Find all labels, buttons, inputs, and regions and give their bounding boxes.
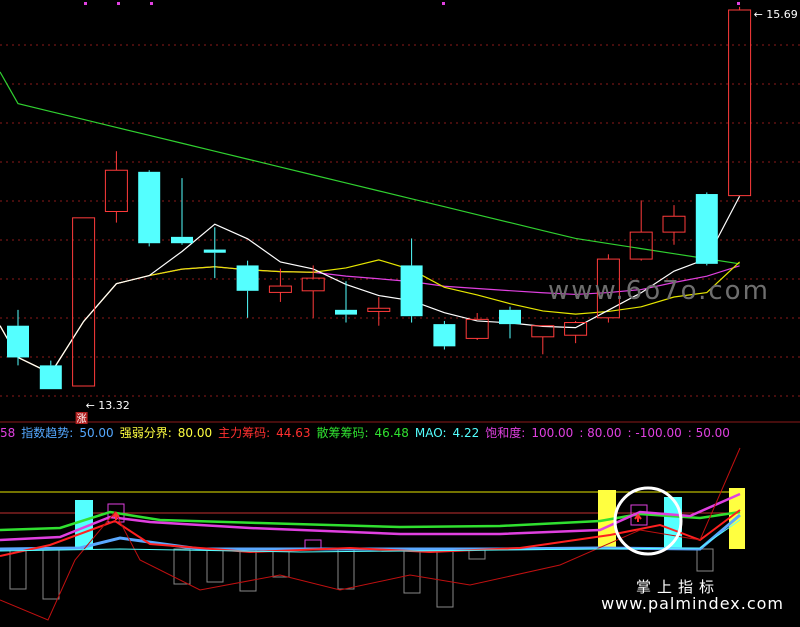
- legend-item: 50.00: [79, 426, 114, 440]
- legend-item: : 80.00: [579, 426, 622, 440]
- legend-item: 散筹筹码:: [316, 426, 369, 440]
- candle-body: [465, 318, 489, 339]
- candle-body: [564, 322, 588, 336]
- indicator-legend: 58 指数趋势: 50.00 强弱分界: 80.00 主力筹码: 44.63 散筹筹码: 46.…: [0, 424, 800, 442]
- site-watermark: www.palmindex.com: [601, 594, 784, 613]
- low-price-label: ← 13.32: [86, 399, 130, 412]
- candle-body: [728, 9, 752, 197]
- ma-green-line: [0, 71, 740, 265]
- candle-body: [268, 285, 292, 293]
- legend-item: 58: [0, 426, 16, 440]
- indicator-bar: [206, 548, 224, 583]
- candlestick-series: [7, 6, 752, 390]
- candle-body: [499, 309, 521, 325]
- candle-body: [662, 215, 686, 233]
- legend-item: 指数趋势:: [21, 426, 74, 440]
- legend-item: 强弱分界:: [119, 426, 172, 440]
- indicator-bar: [239, 548, 257, 592]
- candle-body: [433, 324, 456, 347]
- high-price-label: ← 15.69: [754, 8, 798, 21]
- legend-item: : -100.00: [627, 426, 682, 440]
- top-tick: [442, 2, 445, 5]
- legend-item: MAO:: [414, 426, 447, 440]
- legend-item: 4.22: [452, 426, 480, 440]
- stock-chart: ← 15.69← 13.32涨: [0, 2, 800, 621]
- top-tick: [117, 2, 120, 5]
- candle-body: [695, 194, 718, 264]
- top-tick: [150, 2, 153, 5]
- legend-item: 44.63: [276, 426, 311, 440]
- legend-item: : 50.00: [687, 426, 730, 440]
- candle-body: [531, 325, 555, 338]
- candle-body: [104, 169, 128, 212]
- top-tick: [737, 2, 740, 5]
- candle-body: [39, 365, 62, 390]
- legend-item: 100.00: [531, 426, 574, 440]
- candle-body: [335, 309, 357, 315]
- indicator-bar: [337, 548, 355, 590]
- candle-body: [203, 249, 226, 253]
- price-grid: [0, 44, 800, 423]
- indicator-bar: [403, 548, 421, 594]
- candle-body: [138, 171, 161, 244]
- candle-body: [171, 236, 193, 244]
- indicator-bar: [436, 548, 454, 608]
- candle-body: [367, 307, 391, 312]
- indicator-bar: [272, 548, 290, 578]
- candle-body: [400, 265, 423, 317]
- scatter-chip-line: [0, 510, 741, 532]
- candle-body: [236, 265, 259, 291]
- up-arrow-icon: [634, 513, 642, 522]
- indicator-bar: [9, 548, 27, 590]
- legend-item: 80.00: [177, 426, 213, 440]
- indicator-bar: [42, 548, 60, 600]
- candle-body: [629, 231, 653, 260]
- legend-item: 饱和度:: [485, 426, 526, 440]
- legend-item: 主力筹码:: [218, 426, 271, 440]
- price-markers: ← 15.69← 13.32涨: [75, 2, 798, 425]
- top-tick: [84, 2, 87, 5]
- indicator-bar: [696, 548, 714, 572]
- legend-item: 46.48: [374, 426, 409, 440]
- center-watermark: www.6o7o.com: [548, 276, 770, 306]
- moving-average-lines: [0, 71, 741, 375]
- candle-body: [72, 217, 96, 387]
- candle-body: [7, 325, 29, 358]
- candle-body: [301, 277, 325, 292]
